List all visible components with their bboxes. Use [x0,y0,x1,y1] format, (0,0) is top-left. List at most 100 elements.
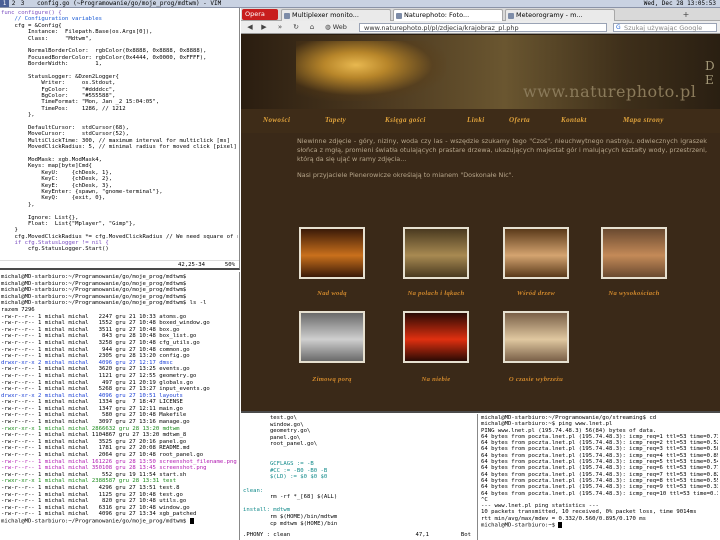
workspace-1[interactable]: 1 [0,0,9,7]
text-cursor [189,517,194,524]
terminal-line: -rwxr-xr-x 1 michal michal 2388587 gru 2… [1,478,177,485]
terminal-line: 64 bytes from poczta.lnet.pl (195.74.48.… [481,490,718,497]
site-header: www.naturephoto.pl D E [241,35,720,109]
terminal-line: -rw-r--r-- 1 michal michal 843 gru 28 10… [1,333,197,340]
menu-item-oferta[interactable]: Oferta [509,116,530,123]
terminal-line: -rw-r--r-- 1 michal michal 1104867 gru 2… [1,432,187,439]
intro-paragraph: Niewinne zdjęcie - góry, niziny, woda cz… [297,137,707,164]
fast-forward-icon[interactable]: » [275,23,285,32]
forward-icon[interactable]: ▶ [259,23,269,32]
terminal-line: -rw-r--r-- 1 michal michal 3511 gru 27 1… [1,326,180,333]
makefile-line [243,455,475,462]
makefile-line: rm $(HOME)/bin/mdtwm [243,513,338,520]
gallery-thumbnail[interactable] [503,227,569,279]
menu-item-tapety[interactable]: Tapety [325,116,346,123]
browser-window: Opera Multiplexer monito... Naturephoto:… [241,8,720,413]
vim-scroll-percent: 50% [224,262,235,268]
tab-naturephoto[interactable]: Naturephoto: Foto... [393,9,503,21]
makefile-status-text: .PHONY : clean [243,532,291,538]
terminal-line: 64 bytes from poczta.lnet.pl (195.74.48.… [481,446,718,453]
workspace-2[interactable]: 2 [9,0,18,7]
terminal-makefile[interactable]: test.go\ window.go\ geometry.go\ panel.g… [241,414,478,540]
terminal-line: -rw-r--r-- 1 michal michal 3620 gru 27 1… [1,366,190,373]
terminal-line: -rw-r--r-- 1 michal michal 3097 gru 27 1… [1,419,190,426]
vim-code-area[interactable]: func configure() { // Configuration vari… [0,8,239,255]
workspace-3[interactable]: 3 [18,0,27,7]
new-tab-button[interactable]: + [681,10,691,20]
terminal-line: -rwxr-xr-x 1 michal michal 2866632 gru 2… [1,425,180,432]
quote-paragraph: Nasi przyjaciele Pienerowicze określają … [297,171,514,179]
terminal-line: 64 bytes from poczta.lnet.pl (195.74.48.… [481,484,718,491]
gallery-thumbnail[interactable] [403,311,469,363]
gallery-thumbnail[interactable] [299,227,365,279]
terminal-line: drwxr-xr-x 2 michal michal 4096 gru 27 1… [1,359,173,366]
opera-menu-button[interactable]: Opera [242,9,278,20]
address-toolbar: ◀ ▶ » ↻ ⌂ ◍ Web www.naturephoto.pl/pl/zd… [241,21,720,34]
terminal-line: -rw-r--r-- 1 michal michal 580 gru 27 10… [1,412,187,419]
gallery-thumbnail[interactable] [403,227,469,279]
terminal-line: -rw-r--r-- 1 michal michal 350108 gru 28… [1,465,207,472]
gallery-caption[interactable]: Na polach i łąkach [381,290,491,297]
menu-item-mapa-strony[interactable]: Mapa strony [623,116,664,123]
makefile-line [243,481,475,488]
web-button[interactable]: ◍ Web [325,23,355,32]
makefile-line: rm -rf *_[68] $(ALL) [243,494,338,501]
tab-meteorogramy[interactable]: Meteorogramy - m... [505,9,615,21]
vim-editor[interactable]: func configure() { // Configuration vari… [0,8,240,270]
makefile-scroll-position: Bot [460,532,471,538]
terminal-line: michal@MD-starbiuro:~/Programowanie/go/m… [1,517,238,525]
vim-cursor-position: 42,25-34 [178,262,205,268]
terminal-line: -rw-r--r-- 1 michal michal 161226 gru 28… [1,458,237,465]
terminal-line: -rw-r--r-- 1 michal michal 4096 gru 27 1… [1,511,197,518]
menu-item-kontakt[interactable]: Kontakt [561,116,587,123]
terminal-ls[interactable]: michal@MD-starbiuro:~/Programowanie/go/m… [0,272,240,540]
terminal-line: -rw-r--r-- 1 michal michal 2064 gru 27 1… [1,452,204,459]
terminal-line: michal@MD-starbiuro:~/Programowanie/go/m… [1,300,207,307]
text-cursor [558,522,563,529]
terminal-ping[interactable]: michal@MD-starbiuro:~/Programowanie/go/s… [479,414,720,540]
site-menu: Nowości Tapety Księga gości Linki Oferta… [241,109,720,133]
home-icon[interactable]: ⌂ [307,23,317,32]
gallery-caption[interactable]: Na wysokościach [579,290,689,297]
gallery-thumbnail[interactable] [299,311,365,363]
terminal-line: 10 packets transmitted, 10 received, 0% … [481,509,697,516]
fern-banner-image [296,41,446,101]
code-line: cfg.StatusLogger.Start() [1,246,109,253]
gallery-thumbnail[interactable] [601,227,667,279]
menu-item-linki[interactable]: Linki [467,116,485,123]
terminal-line: 64 bytes from poczta.lnet.pl (195.74.48.… [481,465,718,472]
tab-multiplexer[interactable]: Multiplexer monito... [281,9,391,21]
site-logo[interactable]: www.naturephoto.pl [523,83,696,100]
terminal-line: -rw-r--r-- 1 michal michal 1781 gru 27 2… [1,445,190,452]
address-field[interactable]: www.naturephoto.pl/pl/zdjecia/krajobraz_… [359,23,607,32]
terminal-line: -rw-r--r-- 1 michal michal 497 gru 21 20… [1,379,193,386]
makefile-line: panel.go\ [243,434,301,441]
terminal-line: -rw-r--r-- 1 michal michal 4296 gru 27 1… [1,485,180,491]
makefile-line: root_panel.go\ [243,441,318,448]
terminal-line: drwxr-xr-x 2 michal michal 4096 gru 27 1… [1,392,183,399]
site-content: Niewinne zdjęcie - góry, niziny, woda cz… [241,133,720,411]
makefile-line [243,448,475,455]
makefile-cursor-position: 47,1 [415,532,429,538]
gallery-caption[interactable]: Wśród drzew [481,290,591,297]
search-field[interactable]: G Szukaj używając Google [613,23,717,32]
gallery-caption[interactable]: O czasie wybrzeżu [481,376,591,383]
reload-icon[interactable]: ↻ [291,23,301,32]
makefile-content[interactable]: test.go\ window.go\ geometry.go\ panel.g… [243,415,475,527]
code-line: NormalBorderColor: rgbColor(0x8888, 0x88… [1,48,207,55]
gallery-caption[interactable]: Zimową porą [277,376,387,383]
menu-item-ksiega-gosci[interactable]: Księga gości [385,116,426,123]
terminal-line: michal@MD-starbiuro:~/Programowanie/go/m… [1,274,187,280]
back-icon[interactable]: ◀ [245,23,255,32]
makefile-line: install: mdtwm [243,507,291,514]
page-favicon-icon [284,13,290,19]
menu-item-nowosci[interactable]: Nowości [263,116,290,123]
makefile-line: geometry.go\ [243,428,311,435]
gallery-thumbnail[interactable] [503,311,569,363]
makefile-line: test.go\ [243,415,297,421]
site-header-letters: D E [705,59,715,87]
terminal-line: michal@MD-starbiuro:~/Programowanie/go/m… [1,287,187,294]
gallery-caption[interactable]: Na niebie [381,376,491,383]
vim-status-line: 42,25-34 50% [0,260,239,268]
gallery-caption[interactable]: Nad wodą [277,290,387,297]
